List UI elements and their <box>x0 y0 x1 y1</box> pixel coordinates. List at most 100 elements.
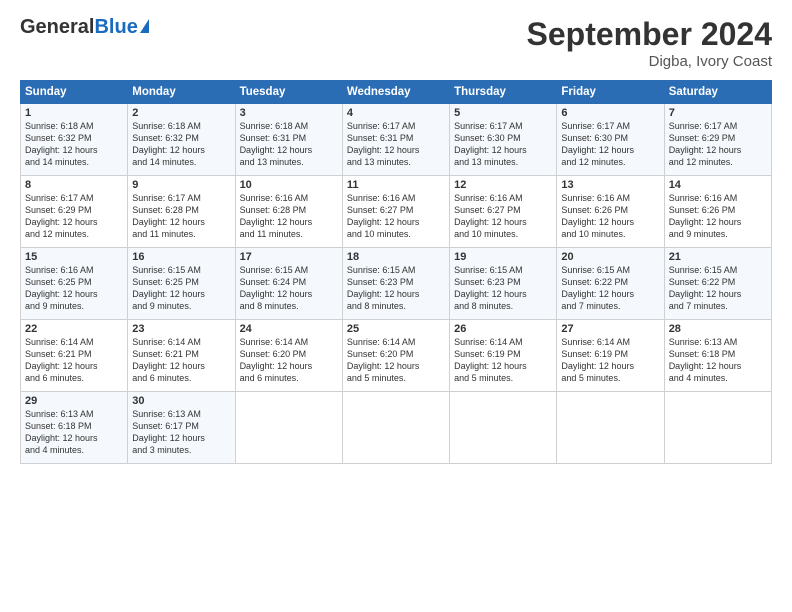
calendar-cell: 13 Sunrise: 6:16 AMSunset: 6:26 PMDayligh… <box>557 176 664 248</box>
calendar-cell: 3 Sunrise: 6:18 AMSunset: 6:31 PMDaylight… <box>235 104 342 176</box>
calendar-cell: 16 Sunrise: 6:15 AMSunset: 6:25 PMDayligh… <box>128 248 235 320</box>
day-number: 28 <box>669 323 767 335</box>
day-info: Sunrise: 6:16 AMSunset: 6:25 PMDaylight:… <box>25 265 98 311</box>
day-info: Sunrise: 6:16 AMSunset: 6:27 PMDaylight:… <box>347 193 420 239</box>
day-number: 18 <box>347 251 445 263</box>
calendar-cell: 19Sunrise: 6:15 AMSunset: 6:23 PMDayligh… <box>450 248 557 320</box>
header-tuesday: Tuesday <box>235 81 342 104</box>
header: General Blue September 2024 Digba, Ivory… <box>20 16 772 70</box>
week-row-4: 22 Sunrise: 6:14 AMSunset: 6:21 PMDayligh… <box>21 320 772 392</box>
day-info: Sunrise: 6:14 AMSunset: 6:21 PMDaylight:… <box>132 337 205 383</box>
day-number: 25 <box>347 323 445 335</box>
calendar-cell: 18Sunrise: 6:15 AMSunset: 6:23 PMDayligh… <box>342 248 449 320</box>
day-number: 26 <box>454 323 552 335</box>
calendar-cell <box>664 392 771 464</box>
calendar-cell: 11 Sunrise: 6:16 AMSunset: 6:27 PMDayligh… <box>342 176 449 248</box>
week-row-1: 1 Sunrise: 6:18 AMSunset: 6:32 PMDaylight… <box>21 104 772 176</box>
calendar-cell: 24Sunrise: 6:14 AMSunset: 6:20 PMDayligh… <box>235 320 342 392</box>
day-number: 2 <box>132 107 230 119</box>
day-info: Sunrise: 6:17 AMSunset: 6:29 PMDaylight:… <box>669 121 742 167</box>
day-number: 10 <box>240 179 338 191</box>
day-number: 11 <box>347 179 445 191</box>
day-number: 23 <box>132 323 230 335</box>
day-number: 17 <box>240 251 338 263</box>
calendar-cell: 12 Sunrise: 6:16 AMSunset: 6:27 PMDayligh… <box>450 176 557 248</box>
day-info: Sunrise: 6:17 AMSunset: 6:28 PMDaylight:… <box>132 193 205 239</box>
calendar-cell: 10 Sunrise: 6:16 AMSunset: 6:28 PMDayligh… <box>235 176 342 248</box>
calendar-cell: 17 Sunrise: 6:15 AMSunset: 6:24 PMDayligh… <box>235 248 342 320</box>
day-number: 14 <box>669 179 767 191</box>
day-number: 24 <box>240 323 338 335</box>
header-thursday: Thursday <box>450 81 557 104</box>
day-number: 20 <box>561 251 659 263</box>
day-number: 7 <box>669 107 767 119</box>
header-sunday: Sunday <box>21 81 128 104</box>
logo: General Blue <box>20 16 149 39</box>
logo-blue: Blue <box>94 16 137 39</box>
day-number: 4 <box>347 107 445 119</box>
day-number: 27 <box>561 323 659 335</box>
day-info: Sunrise: 6:18 AMSunset: 6:31 PMDaylight:… <box>240 121 313 167</box>
day-number: 13 <box>561 179 659 191</box>
day-number: 9 <box>132 179 230 191</box>
calendar-cell <box>557 392 664 464</box>
day-number: 21 <box>669 251 767 263</box>
calendar-cell: 2 Sunrise: 6:18 AMSunset: 6:32 PMDaylight… <box>128 104 235 176</box>
day-number: 16 <box>132 251 230 263</box>
calendar-cell: 30 Sunrise: 6:13 AMSunset: 6:17 PMDayligh… <box>128 392 235 464</box>
day-info: Sunrise: 6:14 AMSunset: 6:19 PMDaylight:… <box>561 337 634 383</box>
day-info: Sunrise: 6:15 AMSunset: 6:23 PMDaylight:… <box>454 265 527 311</box>
day-number: 8 <box>25 179 123 191</box>
day-number: 6 <box>561 107 659 119</box>
day-number: 30 <box>132 395 230 407</box>
day-info: Sunrise: 6:15 AMSunset: 6:24 PMDaylight:… <box>240 265 313 311</box>
day-info: Sunrise: 6:13 AMSunset: 6:18 PMDaylight:… <box>669 337 742 383</box>
day-info: Sunrise: 6:16 AMSunset: 6:28 PMDaylight:… <box>240 193 313 239</box>
day-info: Sunrise: 6:15 AMSunset: 6:25 PMDaylight:… <box>132 265 205 311</box>
header-saturday: Saturday <box>664 81 771 104</box>
calendar-cell <box>235 392 342 464</box>
day-info: Sunrise: 6:17 AMSunset: 6:30 PMDaylight:… <box>561 121 634 167</box>
day-info: Sunrise: 6:16 AMSunset: 6:27 PMDaylight:… <box>454 193 527 239</box>
title-block: September 2024 Digba, Ivory Coast <box>527 16 772 70</box>
day-number: 12 <box>454 179 552 191</box>
month-title: September 2024 <box>527 16 772 53</box>
week-row-5: 29 Sunrise: 6:13 AMSunset: 6:18 PMDayligh… <box>21 392 772 464</box>
day-info: Sunrise: 6:15 AMSunset: 6:22 PMDaylight:… <box>561 265 634 311</box>
day-number: 22 <box>25 323 123 335</box>
day-info: Sunrise: 6:14 AMSunset: 6:19 PMDaylight:… <box>454 337 527 383</box>
day-info: Sunrise: 6:17 AMSunset: 6:31 PMDaylight:… <box>347 121 420 167</box>
calendar-page: General Blue September 2024 Digba, Ivory… <box>0 0 792 612</box>
day-info: Sunrise: 6:13 AMSunset: 6:18 PMDaylight:… <box>25 409 98 455</box>
calendar-cell: 26 Sunrise: 6:14 AMSunset: 6:19 PMDayligh… <box>450 320 557 392</box>
location: Digba, Ivory Coast <box>527 53 772 70</box>
calendar-cell: 28 Sunrise: 6:13 AMSunset: 6:18 PMDayligh… <box>664 320 771 392</box>
calendar-cell: 23 Sunrise: 6:14 AMSunset: 6:21 PMDayligh… <box>128 320 235 392</box>
day-info: Sunrise: 6:17 AMSunset: 6:30 PMDaylight:… <box>454 121 527 167</box>
day-number: 3 <box>240 107 338 119</box>
calendar-cell: 4 Sunrise: 6:17 AMSunset: 6:31 PMDaylight… <box>342 104 449 176</box>
calendar-cell: 29 Sunrise: 6:13 AMSunset: 6:18 PMDayligh… <box>21 392 128 464</box>
week-row-2: 8Sunrise: 6:17 AMSunset: 6:29 PMDaylight… <box>21 176 772 248</box>
calendar-cell <box>342 392 449 464</box>
calendar-cell: 7 Sunrise: 6:17 AMSunset: 6:29 PMDaylight… <box>664 104 771 176</box>
calendar-cell: 9 Sunrise: 6:17 AMSunset: 6:28 PMDaylight… <box>128 176 235 248</box>
calendar-cell: 20 Sunrise: 6:15 AMSunset: 6:22 PMDayligh… <box>557 248 664 320</box>
day-number: 29 <box>25 395 123 407</box>
day-info: Sunrise: 6:13 AMSunset: 6:17 PMDaylight:… <box>132 409 205 455</box>
day-number: 5 <box>454 107 552 119</box>
calendar-cell: 8Sunrise: 6:17 AMSunset: 6:29 PMDaylight… <box>21 176 128 248</box>
calendar-table: Sunday Monday Tuesday Wednesday Thursday… <box>20 80 772 464</box>
day-info: Sunrise: 6:16 AMSunset: 6:26 PMDaylight:… <box>561 193 634 239</box>
days-header-row: Sunday Monday Tuesday Wednesday Thursday… <box>21 81 772 104</box>
day-number: 1 <box>25 107 123 119</box>
calendar-cell: 21Sunrise: 6:15 AMSunset: 6:22 PMDayligh… <box>664 248 771 320</box>
header-monday: Monday <box>128 81 235 104</box>
calendar-cell: 1Sunrise: 6:18 AMSunset: 6:32 PMDaylight… <box>21 104 128 176</box>
day-info: Sunrise: 6:18 AMSunset: 6:32 PMDaylight:… <box>132 121 205 167</box>
calendar-cell: 27 Sunrise: 6:14 AMSunset: 6:19 PMDayligh… <box>557 320 664 392</box>
week-row-3: 15Sunrise: 6:16 AMSunset: 6:25 PMDayligh… <box>21 248 772 320</box>
calendar-cell: 14 Sunrise: 6:16 AMSunset: 6:26 PMDayligh… <box>664 176 771 248</box>
day-info: Sunrise: 6:16 AMSunset: 6:26 PMDaylight:… <box>669 193 742 239</box>
header-friday: Friday <box>557 81 664 104</box>
